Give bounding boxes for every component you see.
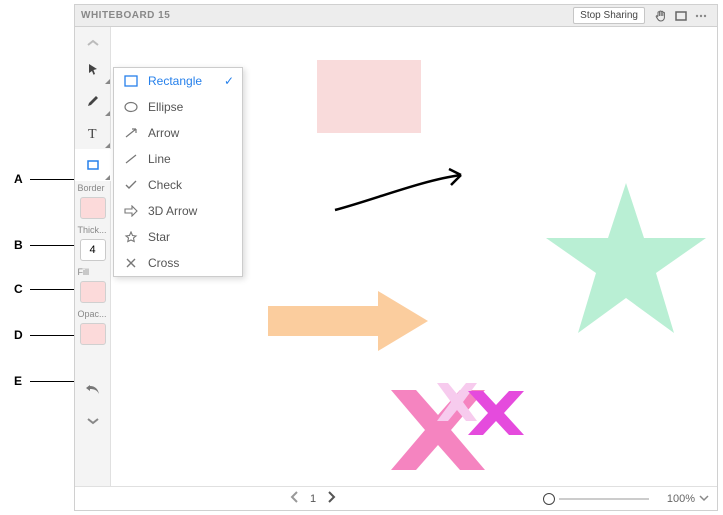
window-title: WHITEBOARD 15 (81, 10, 170, 21)
menu-item-3d-arrow[interactable]: 3D Arrow (114, 198, 242, 224)
callout-B: B (14, 238, 74, 252)
opacity-swatch[interactable] (80, 323, 106, 345)
callout-C: C (14, 282, 74, 296)
check-icon: ✓ (224, 74, 234, 88)
menu-item-arrow[interactable]: Arrow (114, 120, 242, 146)
shape-tool[interactable] (75, 149, 111, 181)
zoom-slider[interactable] (543, 493, 649, 505)
menu-item-star[interactable]: Star (114, 224, 242, 250)
sample-arrow[interactable] (333, 165, 473, 215)
select-tool[interactable] (75, 53, 111, 85)
line-icon (122, 153, 140, 165)
arrow-icon (122, 127, 140, 139)
sample-cross-3[interactable] (468, 391, 524, 435)
menu-item-rectangle[interactable]: Rectangle ✓ (114, 68, 242, 94)
page-number: 1 (310, 493, 316, 505)
opacity-label: Opac... (75, 309, 111, 321)
pencil-tool[interactable] (75, 85, 111, 117)
title-bar: WHITEBOARD 15 Stop Sharing (75, 5, 717, 27)
svg-text:T: T (88, 127, 97, 140)
undo-button[interactable] (75, 373, 111, 405)
callout-D: D (14, 328, 74, 342)
3d-arrow-icon (122, 205, 140, 217)
callout-E: E (14, 374, 74, 388)
shape-dropdown-menu: Rectangle ✓ Ellipse Arrow Line Check (113, 67, 243, 277)
prev-page-button[interactable] (290, 491, 300, 506)
chevron-up-icon[interactable] (75, 33, 110, 53)
hand-icon[interactable] (653, 8, 669, 24)
ellipse-icon (122, 101, 140, 113)
border-color-swatch[interactable] (80, 197, 106, 219)
star-icon (122, 231, 140, 243)
thickness-input[interactable]: 4 (80, 239, 106, 261)
tool-sidebar: T Border Thick... 4 Fill Opac... (75, 27, 111, 486)
stop-sharing-button[interactable]: Stop Sharing (573, 7, 645, 24)
chevron-down-icon[interactable] (75, 411, 110, 431)
check-shape-icon (122, 179, 140, 191)
rectangle-icon (122, 75, 140, 87)
sample-rectangle[interactable] (317, 60, 421, 133)
thickness-label: Thick... (75, 225, 111, 237)
sample-3d-arrow[interactable] (268, 291, 428, 351)
fullscreen-icon[interactable] (673, 8, 689, 24)
zoom-dropdown[interactable] (699, 493, 709, 505)
cross-icon (122, 257, 140, 269)
next-page-button[interactable] (326, 491, 336, 506)
menu-item-cross[interactable]: Cross (114, 250, 242, 276)
menu-item-ellipse[interactable]: Ellipse (114, 94, 242, 120)
sample-star[interactable] (546, 183, 706, 343)
menu-item-check[interactable]: Check (114, 172, 242, 198)
text-tool[interactable]: T (75, 117, 111, 149)
more-icon[interactable] (693, 8, 709, 24)
menu-item-line[interactable]: Line (114, 146, 242, 172)
whiteboard-window: WHITEBOARD 15 Stop Sharing T (74, 4, 718, 511)
fill-label: Fill (75, 267, 111, 279)
status-bar: 1 100% (75, 486, 717, 510)
fill-color-swatch[interactable] (80, 281, 106, 303)
border-label: Border (75, 183, 111, 195)
zoom-level: 100% (655, 493, 695, 505)
callout-A: A (14, 172, 74, 186)
